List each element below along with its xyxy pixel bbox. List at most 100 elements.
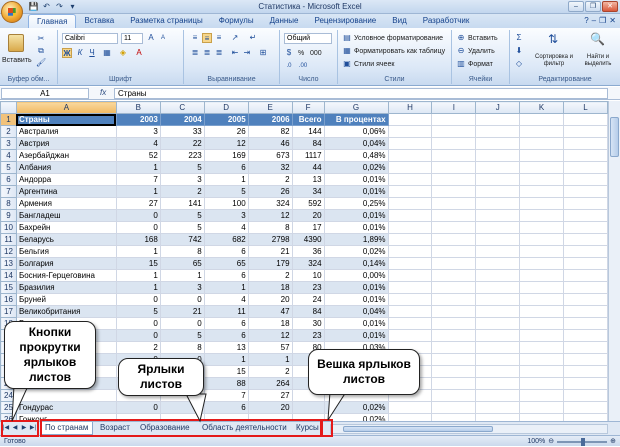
empty-cell[interactable] xyxy=(519,377,565,390)
value-cell[interactable]: 17 xyxy=(291,221,325,234)
tab-home[interactable]: Главная xyxy=(28,14,77,28)
row-header[interactable]: 26 xyxy=(0,413,17,421)
value-cell[interactable]: 12 xyxy=(247,209,293,222)
country-cell[interactable]: Бразилия xyxy=(15,281,117,294)
value-cell[interactable]: 27 xyxy=(115,197,161,210)
prev-sheet-icon[interactable]: ◀ xyxy=(11,424,19,433)
empty-cell[interactable] xyxy=(563,137,608,150)
value-cell[interactable]: 5 xyxy=(115,305,161,318)
empty-cell[interactable] xyxy=(475,197,521,210)
value-cell[interactable]: 0 xyxy=(115,329,161,342)
empty-cell[interactable] xyxy=(475,137,521,150)
zoom-out-icon[interactable]: ⊖ xyxy=(548,436,554,447)
currency-icon[interactable]: $ xyxy=(284,48,294,58)
country-cell[interactable]: Гонконг xyxy=(15,413,117,421)
row-header[interactable]: 6 xyxy=(0,173,17,186)
value-cell[interactable]: 0 xyxy=(115,221,161,234)
empty-cell[interactable] xyxy=(519,137,565,150)
vertical-scroll-thumb[interactable] xyxy=(610,117,619,157)
value-cell[interactable]: 65 xyxy=(159,257,205,270)
empty-cell[interactable] xyxy=(563,341,608,354)
empty-cell[interactable] xyxy=(475,317,521,330)
column-title-cell[interactable]: Всего xyxy=(291,113,325,126)
delete-cells-button[interactable]: Удалить xyxy=(468,47,495,56)
value-cell[interactable]: 168 xyxy=(115,233,161,246)
sheet-tab-age[interactable]: Возраст xyxy=(96,422,134,435)
empty-cell[interactable] xyxy=(431,293,477,306)
country-cell[interactable]: Бруней xyxy=(15,293,117,306)
value-cell[interactable]: 30 xyxy=(291,317,325,330)
value-cell[interactable]: 3 xyxy=(115,125,161,138)
value-cell[interactable]: 4 xyxy=(203,293,249,306)
empty-cell[interactable] xyxy=(431,257,477,270)
value-cell[interactable]: 682 xyxy=(203,233,249,246)
value-cell[interactable]: 6 xyxy=(203,401,249,414)
value-cell[interactable]: 21 xyxy=(159,305,205,318)
empty-cell[interactable] xyxy=(475,329,521,342)
value-cell[interactable]: 0 xyxy=(115,209,161,222)
empty-cell[interactable] xyxy=(519,197,565,210)
empty-cell[interactable] xyxy=(387,113,433,126)
value-cell[interactable]: 65 xyxy=(203,257,249,270)
value-cell[interactable]: 15 xyxy=(115,257,161,270)
autosum-icon[interactable]: Σ xyxy=(514,33,524,43)
sort-filter-button[interactable]: Сортировка и фильтр xyxy=(532,54,576,68)
empty-cell[interactable] xyxy=(431,365,477,378)
value-cell[interactable]: 84 xyxy=(291,137,325,150)
country-cell[interactable]: Албания xyxy=(15,161,117,174)
value-cell[interactable]: 4390 xyxy=(291,233,325,246)
empty-cell[interactable] xyxy=(387,329,433,342)
value-cell[interactable]: 1 xyxy=(159,269,205,282)
empty-cell[interactable] xyxy=(387,269,433,282)
value-cell[interactable]: 0,14% xyxy=(323,257,389,270)
value-cell[interactable]: 1 xyxy=(203,353,249,366)
empty-cell[interactable] xyxy=(387,161,433,174)
empty-cell[interactable] xyxy=(431,185,477,198)
empty-cell[interactable] xyxy=(519,185,565,198)
value-cell[interactable]: 0,01% xyxy=(323,185,389,198)
value-cell[interactable]: 0,01% xyxy=(323,329,389,342)
value-cell[interactable]: 46 xyxy=(247,137,293,150)
row-header[interactable]: 14 xyxy=(0,269,17,282)
row-header[interactable]: 24 xyxy=(0,389,17,402)
horizontal-scrollbar[interactable] xyxy=(330,424,608,434)
grow-font-icon[interactable]: A xyxy=(146,33,156,43)
value-cell[interactable]: 1,89% xyxy=(323,233,389,246)
value-cell[interactable]: 26 xyxy=(203,125,249,138)
column-title-cell[interactable]: В процентах xyxy=(323,113,389,126)
value-cell[interactable]: 5 xyxy=(159,221,205,234)
last-sheet-icon[interactable]: ▶| xyxy=(29,424,37,433)
empty-cell[interactable] xyxy=(563,173,608,186)
value-cell[interactable]: 36 xyxy=(291,245,325,258)
doc-close-icon[interactable]: ✕ xyxy=(609,16,616,25)
format-as-table-button[interactable]: Форматировать как таблицу xyxy=(354,47,445,56)
format-cells-button[interactable]: Формат xyxy=(468,60,493,69)
empty-cell[interactable] xyxy=(563,257,608,270)
empty-cell[interactable] xyxy=(563,389,608,402)
sheet-tab-education[interactable]: Образование xyxy=(136,422,194,435)
empty-cell[interactable] xyxy=(519,401,565,414)
empty-cell[interactable] xyxy=(387,281,433,294)
thousands-button[interactable]: 000 xyxy=(310,49,322,58)
empty-cell[interactable] xyxy=(519,353,565,366)
value-cell[interactable]: 2 xyxy=(115,341,161,354)
value-cell[interactable] xyxy=(203,413,249,421)
next-sheet-icon[interactable]: ▶ xyxy=(20,424,28,433)
value-cell[interactable]: 5 xyxy=(159,161,205,174)
empty-cell[interactable] xyxy=(519,209,565,222)
value-cell[interactable]: 3 xyxy=(159,281,205,294)
empty-cell[interactable] xyxy=(563,209,608,222)
value-cell[interactable]: 27 xyxy=(247,389,293,402)
value-cell[interactable]: 1 xyxy=(115,245,161,258)
value-cell[interactable]: 0,06% xyxy=(323,125,389,138)
value-cell[interactable]: 11 xyxy=(203,305,249,318)
empty-cell[interactable] xyxy=(431,149,477,162)
empty-cell[interactable] xyxy=(387,305,433,318)
value-cell[interactable]: 34 xyxy=(291,185,325,198)
empty-cell[interactable] xyxy=(563,305,608,318)
value-cell[interactable]: 44 xyxy=(291,161,325,174)
empty-cell[interactable] xyxy=(563,353,608,366)
column-header-b[interactable]: B xyxy=(115,101,161,114)
empty-cell[interactable] xyxy=(387,209,433,222)
value-cell[interactable]: 0,04% xyxy=(323,305,389,318)
